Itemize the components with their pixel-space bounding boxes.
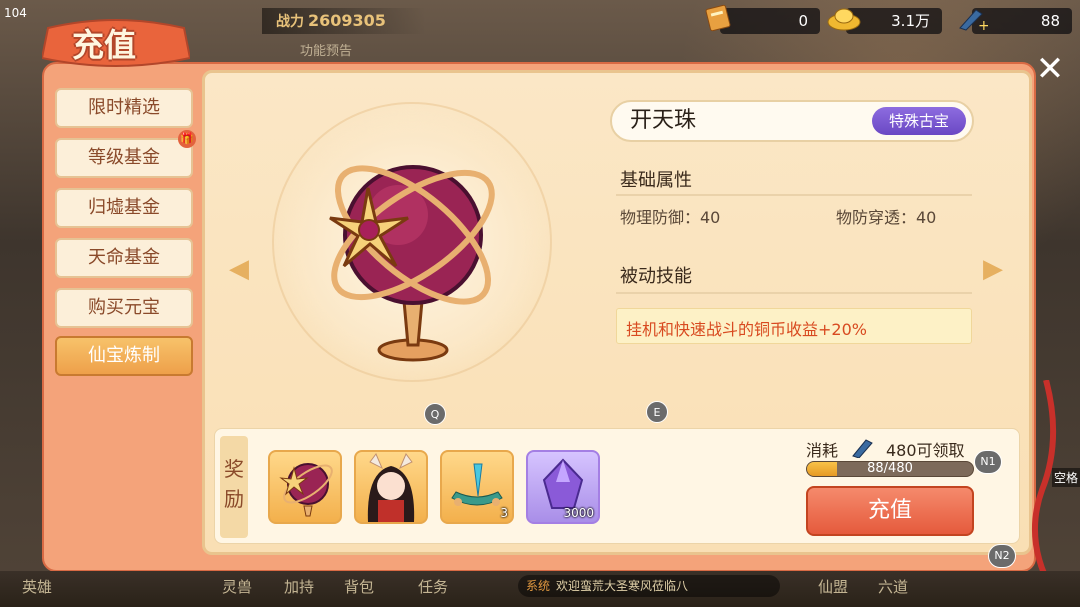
power-display: 战力 2609305 [262, 8, 426, 34]
reward-slot-orb[interactable] [268, 450, 342, 524]
nav-item-guild[interactable]: 仙盟 [818, 576, 848, 597]
key-hint-n2: N2 [988, 544, 1016, 568]
tab-destiny-fund[interactable]: 天命基金 [55, 238, 193, 278]
tab-guixu-fund[interactable]: 归墟基金 [55, 188, 193, 228]
power-icon: 战力 [276, 14, 304, 30]
ticket-value: 0 [798, 12, 808, 30]
spirit-blade-value: 88 [1040, 12, 1060, 30]
power-value: 2609305 [308, 11, 386, 30]
system-message[interactable]: 系统 欢迎蛮荒大圣寒风莅临八 [518, 575, 780, 597]
page-title: 充值 [72, 26, 137, 64]
tab-limited-selection[interactable]: 限时精选 [55, 88, 193, 128]
recharge-button[interactable]: 充值 [806, 486, 974, 536]
tab-buy-yuanbao[interactable]: 购买元宝 [55, 288, 193, 328]
progress-text: 88/480 [867, 461, 913, 476]
celestial-orb-icon [318, 140, 508, 370]
passive-skill-desc: 挂机和快速战斗的铜币收益+20% [626, 320, 867, 339]
spirit-blade-icon: + [956, 4, 990, 34]
nav-item-blessing[interactable]: 加持 [284, 576, 314, 597]
reward-count: 3 [500, 506, 508, 520]
key-hint-space: 空格 [1052, 468, 1080, 487]
tab-level-fund[interactable]: 等级基金 [55, 138, 193, 178]
tab-treasure-refine[interactable]: 仙宝炼制 [55, 336, 193, 376]
reward-count: 3000 [563, 506, 594, 520]
key-hint-q: Q [424, 403, 446, 425]
nav-item-tasks[interactable]: 任务 [418, 576, 448, 597]
gold-ingot-value: 3.1万 [891, 12, 930, 30]
system-tag: 系统 [526, 579, 551, 593]
feature-preview-label: 功能预告 [300, 44, 353, 59]
attr-physical-defense: 物理防御：40 [620, 208, 721, 227]
key-hint-e: E [646, 401, 668, 423]
basic-attributes-title: 基础属性 [620, 170, 692, 191]
reward-slot-character[interactable] [354, 450, 428, 524]
celestial-orb-icon [279, 463, 333, 517]
passive-skill-title: 被动技能 [620, 266, 692, 287]
close-icon: ✕ [1035, 49, 1065, 89]
next-arrow-icon[interactable]: ▶ [970, 254, 1016, 284]
ticket-resource[interactable]: 0 [720, 8, 820, 34]
claim-threshold: 480可领取 [886, 441, 965, 460]
item-name: 开天珠 [630, 108, 697, 133]
divider [616, 292, 972, 294]
reward-label: 奖励 [220, 436, 248, 538]
divider [616, 194, 972, 196]
nav-item-bag[interactable]: 背包 [344, 576, 374, 597]
attr-defense-penetration: 物防穿透：40 [836, 208, 937, 227]
gift-badge-icon: 🎁 [178, 130, 196, 148]
prev-arrow-icon[interactable]: ◀ [216, 254, 262, 284]
ticket-icon [702, 4, 734, 32]
system-message-text: 欢迎蛮荒大圣寒风莅临八 [556, 579, 689, 593]
key-hint-n1: N1 [974, 450, 1002, 474]
close-button[interactable]: ✕ [1030, 52, 1070, 88]
spirit-blade-icon [850, 436, 876, 459]
nav-item-six-paths[interactable]: 六道 [878, 576, 908, 597]
cost-label: 消耗 [806, 441, 839, 460]
reward-slot-crystal[interactable]: 3000 [526, 450, 600, 524]
level-text: 104 [4, 6, 27, 20]
nav-item-heroes[interactable]: 英雄 [22, 576, 52, 597]
item-type-badge: 特殊古宝 [872, 107, 966, 135]
svg-text:+: + [978, 18, 988, 32]
gold-ingot-icon [826, 4, 861, 32]
nav-item-beasts[interactable]: 灵兽 [222, 576, 252, 597]
reward-slot-boat[interactable]: 3 [440, 450, 514, 524]
fox-girl-avatar [367, 453, 415, 522]
